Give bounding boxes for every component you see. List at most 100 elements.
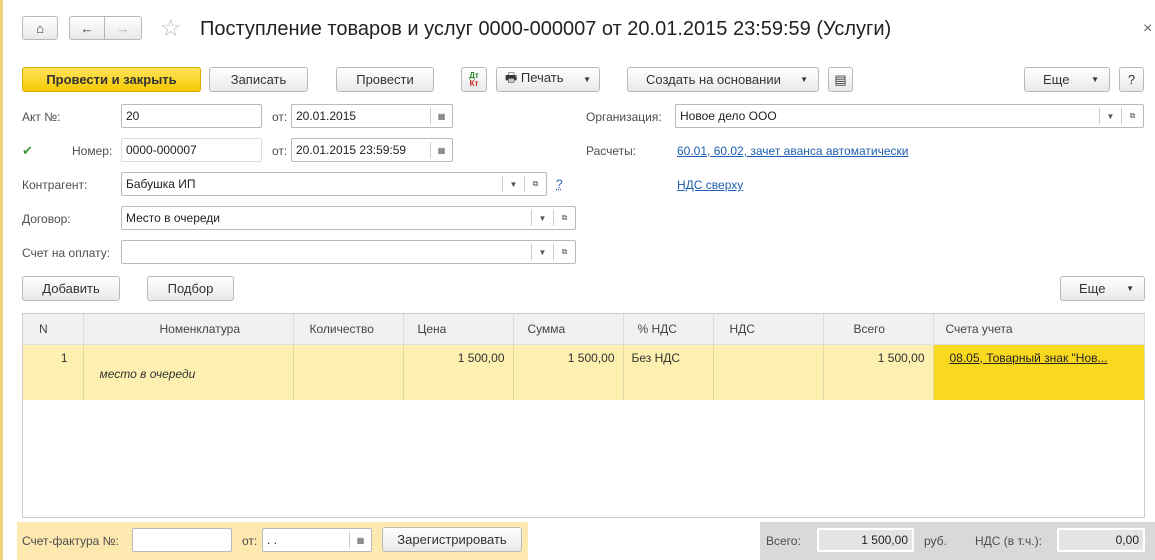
footer-invoice-input[interactable] <box>132 528 232 552</box>
create-based-on-button[interactable]: Создать на основании ▼ <box>627 67 819 92</box>
window-edge <box>0 0 3 560</box>
cell-vat[interactable] <box>713 344 824 400</box>
number-label: Номер: <box>72 144 113 158</box>
table-more-button[interactable]: Еще ▼ <box>1060 276 1145 301</box>
number-date-label: от: <box>272 144 288 158</box>
act-number-value: 20 <box>126 109 140 123</box>
cell-n: 1 <box>23 344 84 400</box>
forward-button[interactable]: → <box>104 16 142 40</box>
total-label: Всего: <box>766 534 801 548</box>
counterparty-label: Контрагент: <box>22 178 88 192</box>
invoice-label: Счет на оплату: <box>22 246 111 260</box>
act-date-input[interactable]: 20.01.2015 ▦ <box>291 104 453 128</box>
col-vat-rate[interactable]: % НДС <box>623 314 714 345</box>
act-date-label: от: <box>272 110 288 124</box>
open-icon[interactable]: ⧉ <box>553 244 575 260</box>
contract-input[interactable]: Место в очереди ▼ ⧉ <box>121 206 576 230</box>
act-date-value: 20.01.2015 <box>296 109 357 123</box>
home-icon: ⌂ <box>36 20 44 36</box>
cell-total[interactable]: 1 500,00 <box>823 344 934 400</box>
settlements-link[interactable]: 60.01, 60.02, зачет аванса автоматически <box>677 144 908 158</box>
posted-check-icon: ✔ <box>22 143 33 158</box>
page-title: Поступление товаров и услуг 0000-000007 … <box>200 18 892 40</box>
cell-item[interactable]: место в очереди <box>83 344 294 400</box>
post-and-close-button[interactable]: Провести и закрыть <box>22 67 201 92</box>
table-more-label: Еще <box>1079 281 1106 296</box>
counterparty-help-link[interactable]: ? <box>556 177 563 191</box>
org-value: Новое дело ООО <box>680 109 777 123</box>
chevron-down-icon: ▼ <box>800 75 808 84</box>
open-icon[interactable]: ⧉ <box>553 210 575 226</box>
goods-table[interactable]: N Номенклатура Количество Цена Сумма % Н… <box>22 313 1145 518</box>
dropdown-icon[interactable]: ▼ <box>502 176 524 192</box>
col-qty[interactable]: Количество <box>293 314 404 345</box>
vat-link[interactable]: НДС сверху <box>677 178 743 192</box>
contract-value: Место в очереди <box>126 211 221 225</box>
arrow-right-icon: → <box>116 20 130 36</box>
calendar-icon[interactable]: ▦ <box>430 108 452 124</box>
number-value: 0000-000007 <box>126 143 197 157</box>
report-button[interactable]: ▤ <box>828 67 853 92</box>
col-sum[interactable]: Сумма <box>513 314 624 345</box>
vat-total-value: 0,00 <box>1057 528 1145 552</box>
cell-qty[interactable] <box>293 344 404 400</box>
table-row[interactable]: 1 место в очереди 1 500,00 1 500,00 Без … <box>23 344 1145 400</box>
more-label: Еще <box>1043 72 1070 87</box>
home-button[interactable]: ⌂ <box>22 16 58 40</box>
calendar-icon[interactable]: ▦ <box>430 142 452 158</box>
cell-price[interactable]: 1 500,00 <box>403 344 514 400</box>
help-button[interactable]: ? <box>1119 67 1144 92</box>
currency-label: руб. <box>924 534 947 548</box>
close-icon[interactable]: × <box>1143 20 1152 38</box>
number-date-value: 20.01.2015 23:59:59 <box>296 143 407 157</box>
footer-invoice-label: Счет-фактура №: <box>22 534 119 548</box>
number-input[interactable]: 0000-000007 <box>121 138 262 162</box>
col-price[interactable]: Цена <box>403 314 514 345</box>
more-button[interactable]: Еще ▼ <box>1024 67 1110 92</box>
col-accounts[interactable]: Счета учета <box>933 314 1145 345</box>
dropdown-icon[interactable]: ▼ <box>531 244 553 260</box>
star-icon[interactable]: ☆ <box>160 14 182 43</box>
cell-vat-rate[interactable]: Без НДС <box>623 344 714 400</box>
vat-total-label: НДС (в т.ч.): <box>975 534 1042 548</box>
footer-date-input[interactable]: . . ▦ <box>262 528 372 552</box>
col-item[interactable]: Номенклатура <box>83 314 294 345</box>
org-input[interactable]: Новое дело ООО ▼ ⧉ <box>675 104 1144 128</box>
act-label: Акт №: <box>22 110 61 124</box>
printer-icon: 🖶 <box>505 69 518 85</box>
counterparty-value: Бабушка ИП <box>126 177 196 191</box>
open-icon[interactable]: ⧉ <box>1121 108 1143 124</box>
chevron-down-icon: ▼ <box>1126 284 1134 293</box>
org-label: Организация: <box>586 110 662 124</box>
print-label: Печать <box>520 69 564 85</box>
dropdown-icon[interactable]: ▼ <box>1099 108 1121 124</box>
invoice-input[interactable]: ▼ ⧉ <box>121 240 576 264</box>
item-description: место в очереди <box>99 366 196 381</box>
kt-icon: Кт <box>469 78 479 88</box>
counterparty-input[interactable]: Бабушка ИП ▼ ⧉ <box>121 172 547 196</box>
cell-sum[interactable]: 1 500,00 <box>513 344 624 400</box>
document-icon: ▤ <box>834 71 847 87</box>
dt-kt-button[interactable]: Дт Кт <box>461 67 487 92</box>
pick-button[interactable]: Подбор <box>147 276 234 301</box>
chevron-down-icon: ▼ <box>583 75 591 84</box>
save-button[interactable]: Записать <box>209 67 308 92</box>
arrow-left-icon: ← <box>80 20 94 36</box>
cell-accounts[interactable]: 08.05, Товарный знак "Нов... <box>933 344 1145 400</box>
col-total[interactable]: Всего <box>823 314 934 345</box>
add-button[interactable]: Добавить <box>22 276 120 301</box>
register-button[interactable]: Зарегистрировать <box>382 527 522 552</box>
back-button[interactable]: ← <box>69 16 105 40</box>
print-button[interactable]: 🖶 Печать ▼ <box>496 67 600 92</box>
number-date-input[interactable]: 20.01.2015 23:59:59 ▦ <box>291 138 453 162</box>
dropdown-icon[interactable]: ▼ <box>531 210 553 226</box>
post-button[interactable]: Провести <box>336 67 434 92</box>
chevron-down-icon: ▼ <box>1091 75 1099 84</box>
open-icon[interactable]: ⧉ <box>524 176 546 192</box>
col-vat[interactable]: НДС <box>713 314 824 345</box>
create-based-label: Создать на основании <box>646 72 781 87</box>
total-value: 1 500,00 <box>817 528 914 552</box>
act-number-input[interactable]: 20 <box>121 104 262 128</box>
calendar-icon[interactable]: ▦ <box>349 532 371 548</box>
col-n[interactable]: N <box>23 314 84 345</box>
